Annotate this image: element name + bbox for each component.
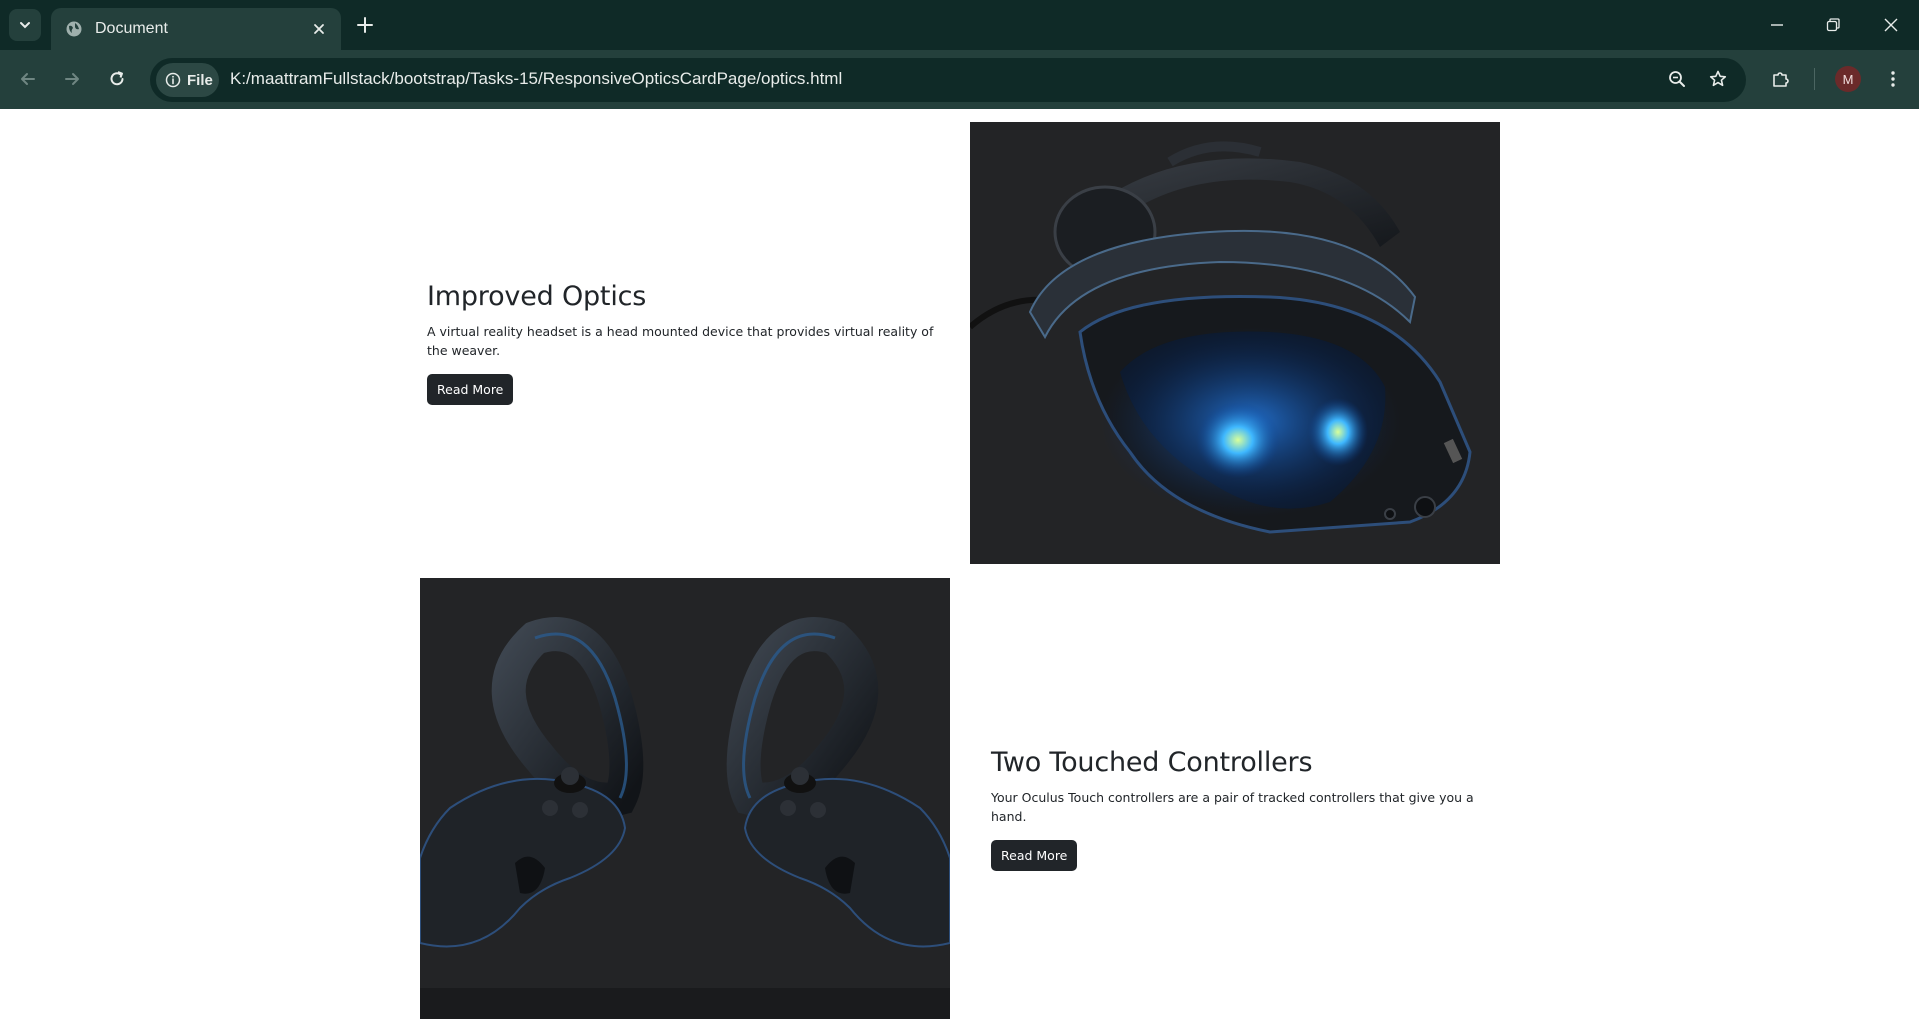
arrow-right-icon xyxy=(65,73,79,85)
site-info-chip[interactable]: File xyxy=(156,63,219,97)
minimize-button[interactable] xyxy=(1764,12,1790,38)
new-tab-icon[interactable] xyxy=(354,14,376,36)
arrow-left-icon xyxy=(21,73,35,85)
page-content xyxy=(0,109,1919,1019)
more-vertical-icon xyxy=(1891,71,1895,87)
close-icon xyxy=(1884,18,1898,32)
menu-button[interactable] xyxy=(1880,66,1906,92)
back-button[interactable] xyxy=(15,66,41,92)
read-more-button[interactable]: Read More xyxy=(991,840,1078,871)
card-description: Your Oculus Touch controllers are a pair… xyxy=(991,790,1474,824)
info-icon xyxy=(165,72,181,88)
profile-avatar[interactable]: M xyxy=(1835,66,1861,92)
puzzle-icon xyxy=(1773,72,1789,87)
vr-headset-image xyxy=(970,122,1500,564)
card-optics-text: Improved Optics A virtual reality headse… xyxy=(427,281,947,405)
minimize-icon xyxy=(1771,24,1783,26)
restore-button[interactable] xyxy=(1820,12,1846,38)
vr-controllers-image xyxy=(420,578,950,1019)
restore-icon xyxy=(1826,18,1840,32)
zoom-out-icon xyxy=(1669,71,1685,87)
extensions-button[interactable] xyxy=(1768,66,1794,92)
read-more-button[interactable]: Read More xyxy=(427,374,514,405)
card-title: Improved Optics xyxy=(427,281,647,312)
globe-icon xyxy=(66,21,82,37)
reload-icon xyxy=(110,71,124,86)
card-description: A virtual reality headset is a head moun… xyxy=(427,324,934,358)
tab-title: Document xyxy=(95,20,168,37)
tab-search-button[interactable] xyxy=(9,9,41,41)
reload-button[interactable] xyxy=(104,66,130,92)
toolbar-separator xyxy=(1814,68,1815,90)
card-title: Two Touched Controllers xyxy=(991,747,1313,778)
forward-button[interactable] xyxy=(59,66,85,92)
chevron-down-icon xyxy=(20,22,30,29)
zoom-button[interactable] xyxy=(1664,66,1690,92)
close-tab-icon[interactable] xyxy=(311,21,327,37)
chip-label: File xyxy=(187,71,213,89)
browser-tab[interactable]: Document xyxy=(51,8,341,50)
star-icon xyxy=(1709,70,1727,87)
bookmark-button[interactable] xyxy=(1705,66,1731,92)
card-controllers-text: Two Touched Controllers Your Oculus Touc… xyxy=(991,747,1511,871)
close-window-button[interactable] xyxy=(1878,12,1904,38)
url-text[interactable]: K:/maattramFullstack/bootstrap/Tasks-15/… xyxy=(230,69,842,89)
